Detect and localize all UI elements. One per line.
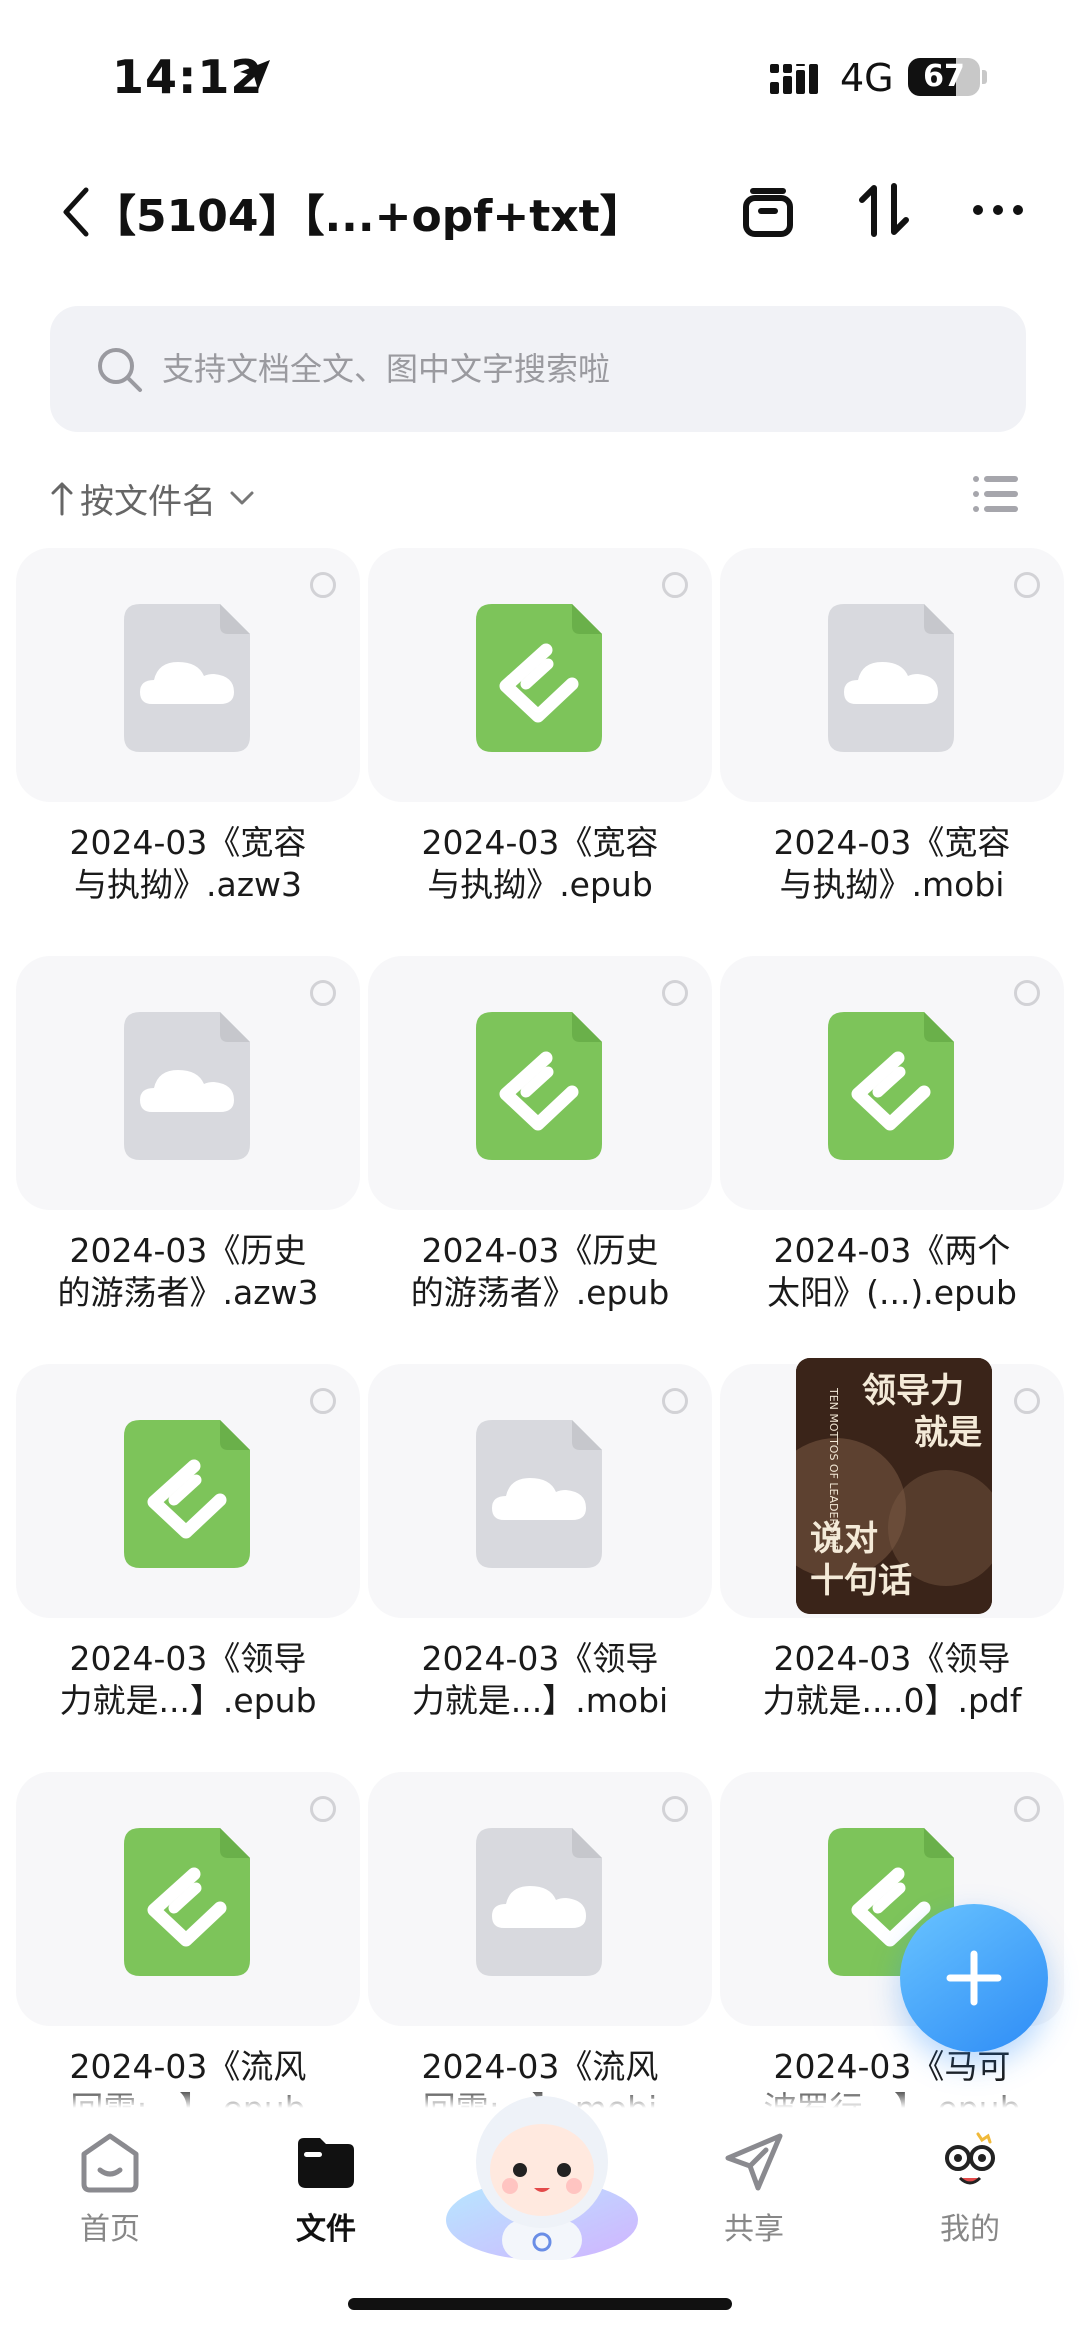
- search-icon: [98, 348, 142, 392]
- cover-title-1: 领导力: [862, 1371, 964, 1411]
- file-name: 2024-03《领导 力就是...】.mobi: [411, 1639, 669, 1720]
- epub-file-icon: [828, 1012, 954, 1160]
- file-name: 2024-03《两个 太阳》(...).epub: [767, 1231, 1017, 1312]
- file-item[interactable]: 2024-03《两个 太阳》(...).epub: [720, 956, 1064, 1316]
- file-item[interactable]: 2024-03《流风 回雪:...】.mobi: [368, 1772, 712, 2108]
- tab-files[interactable]: 文件: [246, 2130, 406, 2250]
- file-thumbnail[interactable]: [368, 1364, 712, 1618]
- file-grid: 2024-03《宽容 与执拗》.azw3 2024-03《宽容 与执拗》.epub…: [16, 548, 1064, 2108]
- mascot-icon[interactable]: [444, 2070, 640, 2266]
- file-thumbnail[interactable]: [720, 956, 1064, 1210]
- file-item[interactable]: 2024-03《历史 的游荡者》.epub: [368, 956, 712, 1316]
- signal-icon: [770, 64, 818, 94]
- battery-icon: 67: [908, 58, 980, 96]
- file-thumbnail[interactable]: TEN MOTTOS OF LEADERSHIP 领导力 就是 说对 十句话: [720, 1358, 1064, 1618]
- file-thumbnail[interactable]: [720, 548, 1064, 802]
- network-type: 4G: [840, 56, 894, 100]
- select-checkbox[interactable]: [1014, 980, 1040, 1006]
- cloud-file-icon: [124, 604, 250, 752]
- select-checkbox[interactable]: [310, 1796, 336, 1822]
- status-bar: 14:12 4G 67: [0, 0, 1080, 150]
- file-thumbnail[interactable]: [368, 548, 712, 802]
- tab-profile[interactable]: 我的: [890, 2130, 1050, 2250]
- file-item[interactable]: 2024-03《历史 的游荡者》.azw3: [16, 956, 360, 1316]
- file-item[interactable]: 2024-03《宽容 与执拗》.epub: [368, 548, 712, 908]
- select-checkbox[interactable]: [310, 980, 336, 1006]
- list-view-icon[interactable]: [972, 474, 1020, 514]
- battery-percent: 67: [923, 59, 965, 94]
- file-name: 2024-03《宽容 与执拗》.epub: [421, 823, 659, 904]
- file-name: 2024-03《宽容 与执拗》.azw3: [69, 823, 307, 904]
- pdf-cover-image: TEN MOTTOS OF LEADERSHIP 领导力 就是 说对 十句话: [796, 1358, 992, 1614]
- cover-title-2: 就是: [914, 1413, 982, 1453]
- file-item[interactable]: 2024-03《流风 回雪:...】.epub: [16, 1772, 360, 2108]
- sort-arrows-icon[interactable]: [852, 178, 916, 242]
- chevron-down-icon: [230, 491, 254, 505]
- file-item[interactable]: TEN MOTTOS OF LEADERSHIP 领导力 就是 说对 十句话 2024-0…: [720, 1358, 1064, 1724]
- share-plane-icon: [725, 2133, 783, 2191]
- cloud-file-icon: [828, 604, 954, 752]
- cloud-file-icon: [476, 1828, 602, 1976]
- tab-files-label: 文件: [296, 2212, 356, 2247]
- select-checkbox[interactable]: [1014, 1388, 1040, 1414]
- cover-title-3: 说对: [810, 1519, 878, 1559]
- home-indicator: [348, 2298, 732, 2310]
- tab-share-label: 共享: [724, 2212, 784, 2247]
- select-checkbox[interactable]: [662, 1796, 688, 1822]
- file-item[interactable]: 2024-03《领导 力就是...】.epub: [16, 1364, 360, 1724]
- file-name: 2024-03《领导 力就是....0】.pdf: [762, 1639, 1022, 1720]
- file-thumbnail[interactable]: [368, 1772, 712, 2026]
- file-name: 2024-03《宽容 与执拗》.mobi: [773, 823, 1011, 904]
- select-checkbox[interactable]: [662, 1388, 688, 1414]
- file-thumbnail[interactable]: [16, 1772, 360, 2026]
- more-icon[interactable]: [966, 178, 1030, 242]
- cover-title-4: 十句话: [810, 1561, 912, 1601]
- select-checkbox[interactable]: [310, 1388, 336, 1414]
- file-thumbnail[interactable]: [16, 956, 360, 1210]
- battery-tip: [982, 70, 987, 84]
- archive-icon[interactable]: [736, 178, 800, 242]
- select-checkbox[interactable]: [662, 980, 688, 1006]
- profile-face-icon: [945, 2132, 995, 2185]
- nav-bar: 【5104】【...+opf+txt】: [0, 160, 1080, 260]
- tab-home-label: 首页: [80, 2212, 140, 2247]
- tab-profile-label: 我的: [940, 2212, 1000, 2247]
- book-cover-art: TEN MOTTOS OF LEADERSHIP 领导力就是说对十句话: [796, 1358, 992, 1614]
- file-name: 2024-03《领导 力就是...】.epub: [59, 1639, 317, 1720]
- epub-file-icon: [124, 1828, 250, 1976]
- sort-up-arrow-icon: [51, 482, 73, 516]
- select-checkbox[interactable]: [1014, 1796, 1040, 1822]
- page-title: 【5104】【...+opf+txt】: [92, 191, 644, 242]
- search-input[interactable]: [160, 340, 984, 398]
- epub-file-icon: [476, 1012, 602, 1160]
- file-thumbnail[interactable]: [16, 1364, 360, 1618]
- home-icon: [81, 2133, 139, 2193]
- select-checkbox[interactable]: [662, 572, 688, 598]
- add-button[interactable]: [900, 1904, 1048, 2052]
- search-bar[interactable]: [50, 306, 1026, 432]
- cloud-file-icon: [476, 1420, 602, 1568]
- file-item[interactable]: 2024-03《宽容 与执拗》.mobi: [720, 548, 1064, 908]
- tab-home[interactable]: 首页: [30, 2130, 190, 2250]
- location-arrow-icon: [240, 60, 270, 90]
- file-name: 2024-03《历史 的游荡者》.azw3: [57, 1231, 319, 1312]
- epub-file-icon: [476, 604, 602, 752]
- folder-icon: [298, 2138, 354, 2188]
- tab-share[interactable]: 共享: [674, 2130, 834, 2250]
- select-checkbox[interactable]: [310, 572, 336, 598]
- sort-selector[interactable]: 按文件名: [50, 468, 256, 528]
- select-checkbox[interactable]: [1014, 572, 1040, 598]
- sort-label: 按文件名: [80, 481, 216, 522]
- file-name: 2024-03《历史 的游荡者》.epub: [410, 1231, 670, 1312]
- file-thumbnail[interactable]: [368, 956, 712, 1210]
- plus-icon: [946, 1950, 1002, 2006]
- back-chevron-icon[interactable]: [56, 182, 96, 242]
- file-item[interactable]: 2024-03《宽容 与执拗》.azw3: [16, 548, 360, 908]
- epub-file-icon: [124, 1420, 250, 1568]
- cloud-file-icon: [124, 1012, 250, 1160]
- file-item[interactable]: 2024-03《领导 力就是...】.mobi: [368, 1364, 712, 1724]
- file-thumbnail[interactable]: [16, 548, 360, 802]
